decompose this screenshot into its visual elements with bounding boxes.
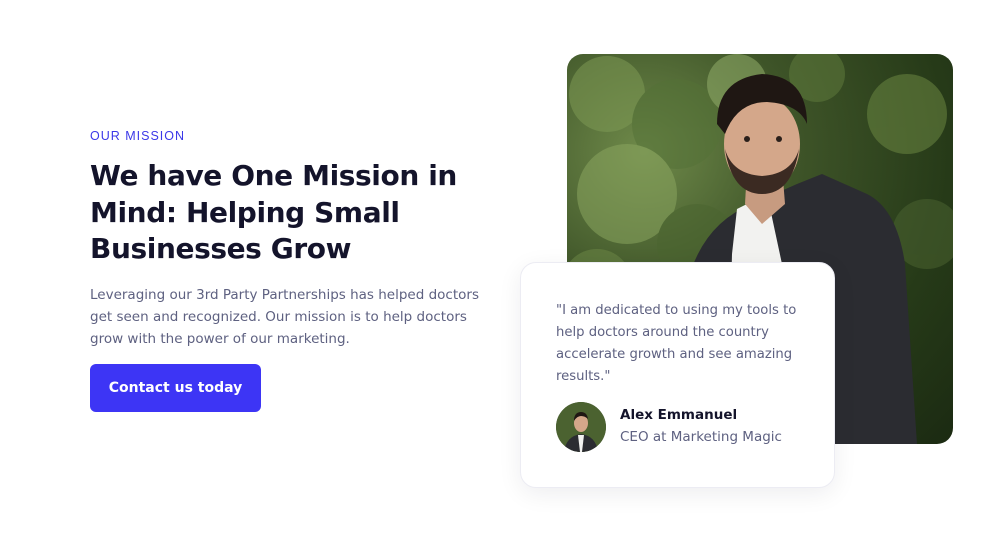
mission-section: OUR MISSION We have One Mission in Mind:… bbox=[0, 0, 1000, 536]
avatar-illustration bbox=[556, 402, 606, 452]
testimonial-card: "I am dedicated to using my tools to hel… bbox=[520, 262, 835, 488]
contact-us-button[interactable]: Contact us today bbox=[90, 364, 261, 412]
section-eyebrow: OUR MISSION bbox=[90, 129, 186, 143]
section-description: Leveraging our 3rd Party Partnerships ha… bbox=[90, 287, 479, 347]
author-avatar bbox=[556, 402, 606, 452]
author-name: Alex Emmanuel bbox=[620, 407, 738, 423]
author-role: CEO at Marketing Magic bbox=[620, 429, 782, 445]
testimonial-quote: "I am dedicated to using my tools to hel… bbox=[556, 303, 797, 384]
section-headline: We have One Mission in Mind: Helping Sma… bbox=[90, 159, 457, 265]
